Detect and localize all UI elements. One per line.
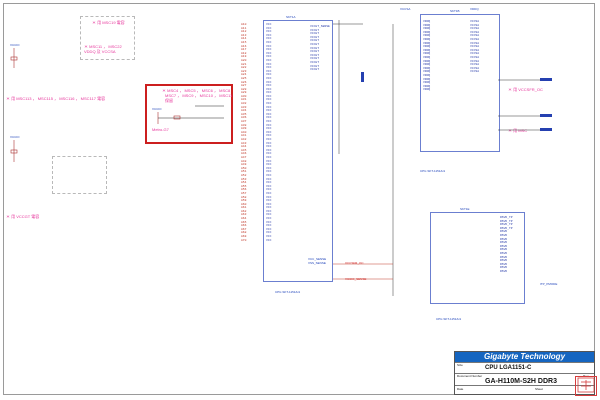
u2-part-label: CPU-SKT-1151/H1 [420, 169, 446, 173]
u1-right-pin-names: VCCGT_SENSE VCCGT VCCGT VCCGT VCCGT VCCGT VCCG… [310, 25, 330, 72]
pin-name: VDDQ [423, 73, 431, 77]
pin-name: VCC [266, 238, 272, 242]
pin-name: VCC [266, 58, 272, 62]
pin-number: A70 [241, 238, 247, 242]
u2-left-pin-names: VDDQ VDDQ VDDQ VDDQ VDDQ VDDQ VDDQ VDDQ VDDQ VDDQ… [423, 20, 430, 92]
signal-vss-sense: VSS_SENSE [308, 261, 326, 265]
note-left-1: ＊ 用 MSC113 ， MSC115 ， MSC116 ， MSC117 電容 [6, 96, 106, 101]
u1-section-label: SKT1A [286, 15, 296, 19]
board-name: GA-H110M-S2H DDR3 [485, 378, 557, 385]
board-row: Document Number GA-H110M-S2H DDR3 Rev [455, 373, 594, 385]
pin-name: VDDQ [423, 55, 431, 59]
sheet-title: CPU LGA1151-C [485, 365, 532, 371]
pin-number: A20 [241, 58, 247, 62]
cpu-socket-part-b [420, 14, 500, 152]
u2-right-pin-names: VCCSA VCCSA VCCSA VCCSA VCCSA VCCSA VCCSA VCCSA… [470, 20, 479, 74]
u3-right-pin-names: RSVD_TP RSVD_TP RSVD_TP RSVD_TP RSVD RSVD RSVD… [500, 216, 513, 274]
cap-placement-box-left [52, 156, 107, 194]
u2-section-label: SKT1B [450, 9, 460, 13]
vccio-cap-symbol-1 [10, 48, 18, 68]
signal-itp-pmode: ITP_PMODE [540, 282, 558, 286]
pin-number: A25 [241, 76, 247, 80]
vccio-cap-symbol-2 [10, 140, 18, 162]
right-cap-symbols [498, 78, 552, 131]
u1-left-pin-numbers: A10 A11 A12 A13 A14 A15 A16 A17 A18 A19 A20 A21 A22 A… [241, 23, 246, 242]
power-label-vccio-1: VCCIO [10, 43, 20, 47]
note-top-3: VDDQ 及 VCCSA [84, 49, 116, 54]
company-name: Gigabyte Technology [455, 352, 594, 362]
note-top-1: ＊ 用 MSC19 電容 [92, 20, 125, 25]
pin-name: VCC [266, 76, 272, 80]
pin-name: VCCGT [310, 68, 320, 72]
stamp-seal-icon [577, 377, 595, 393]
approval-stamp [575, 376, 597, 396]
pin-name: VCCSA [470, 55, 480, 59]
pin-number: A52 [241, 173, 247, 177]
pin-name: VCC [266, 173, 272, 177]
pin-number: A57 [241, 191, 247, 195]
pin-name: VDDQ [423, 88, 431, 92]
u1-left-pin-names: VCC VCC VCC VCC VCC VCC VCC VCC VCC VCC VCC VCC VCC V… [266, 23, 271, 242]
sheet-title-row: Size CPU LGA1151-C [455, 362, 594, 373]
u3-section-label: SKT1E [460, 207, 470, 211]
pin-name: VCCSA [470, 70, 480, 74]
size-label: Size [457, 363, 463, 367]
reserved-circuit [157, 105, 224, 124]
title-block: Gigabyte Technology Size CPU LGA1151-C D… [454, 351, 595, 395]
note-left-2: ＊ 用 VCCGT 電容 [6, 214, 40, 219]
red-note-2: MSC7 ， MSC9 ， MSC10 ， MSC11 [165, 93, 233, 98]
date-row: Date Sheet [455, 385, 594, 395]
power-bus-lines [333, 20, 394, 296]
red-note-4: Metro-G7 [152, 127, 169, 132]
pin-name: VCC [266, 191, 272, 195]
u1-part-label: CPU-SKT-1151/H1 [275, 290, 301, 294]
date-label: Date [457, 387, 464, 391]
power-label-vccio-2: VCCIO [10, 135, 20, 139]
u3-part-label: CPU-SKT-1151/H1 [436, 317, 462, 321]
power-label-vccsa: VCCSA [400, 7, 411, 11]
power-label-vddq: VDDQ [470, 7, 479, 11]
doc-label: Document Number [457, 374, 483, 378]
sheet-label: Sheet [535, 387, 543, 391]
pin-name: RSVD [500, 269, 508, 273]
